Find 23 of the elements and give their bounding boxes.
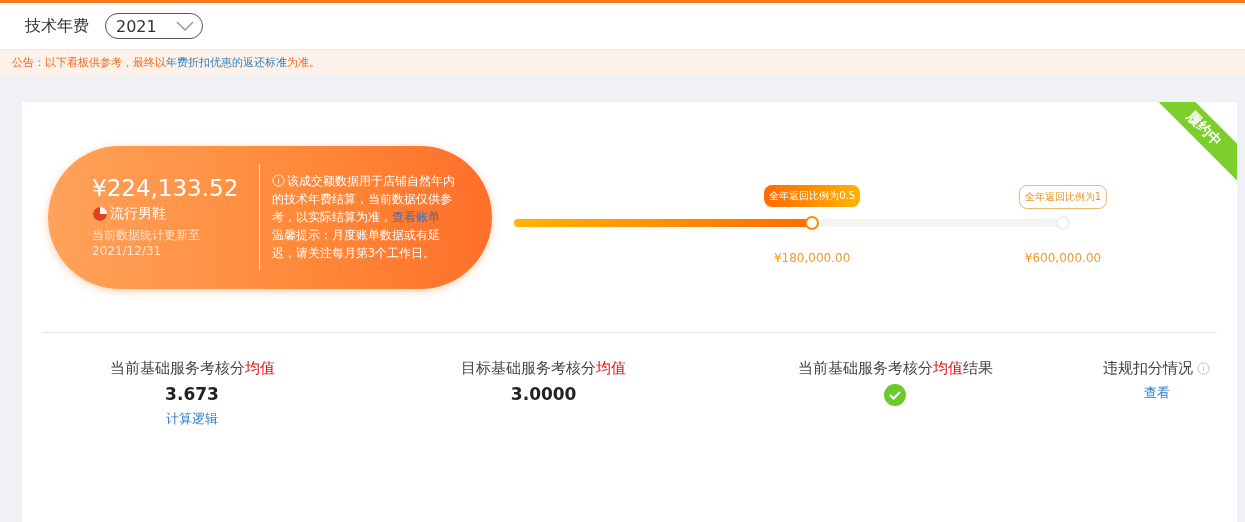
metric-label: 当前基础服务考核分均值 xyxy=(109,359,275,378)
metric-value: 3.0000 xyxy=(510,384,577,404)
metric-link[interactable]: 查看 xyxy=(1143,384,1170,402)
metric-label: 违规扣分情况 xyxy=(1103,359,1194,378)
info-icon xyxy=(271,174,285,187)
notice-text: 公告：以下看板供参考，最终以年费折扣优惠的返还标准为准。 xyxy=(12,55,320,71)
tip-text: 温馨提示：月度账单数据或有延迟，请关注每月第3个工作日。 xyxy=(271,227,441,262)
milestone-amount: ¥600,000.00 xyxy=(1024,251,1102,265)
page-title: 技术年费 xyxy=(25,15,89,37)
category: 流行男鞋 xyxy=(110,205,166,223)
metric-label: 当前基础服务考核分均值结果 xyxy=(797,359,993,378)
milestone-label: 全年返回比例为1 xyxy=(1018,185,1108,209)
milestone-label: 全年返回比例为0.5 xyxy=(764,185,861,207)
updated-label: 当前数据统计更新至 xyxy=(92,227,201,243)
pie-chart-icon xyxy=(92,206,108,222)
metric-label: 目标基础服务考核分均值 xyxy=(461,359,627,378)
chevron-down-icon xyxy=(176,21,194,32)
metric-link[interactable]: 计算逻辑 xyxy=(166,410,218,428)
description: 该成交额数据用于店铺自然年内的技术年费结算，当前数据仅供参考，以实际结算为准，查看账单 xyxy=(271,173,456,226)
updated-date: 2021/12/31 xyxy=(92,243,163,259)
milestone-amount: ¥180,000.00 xyxy=(773,251,851,265)
metric-value: 3.673 xyxy=(165,384,219,404)
amount: ¥224,133.52 xyxy=(92,175,240,201)
